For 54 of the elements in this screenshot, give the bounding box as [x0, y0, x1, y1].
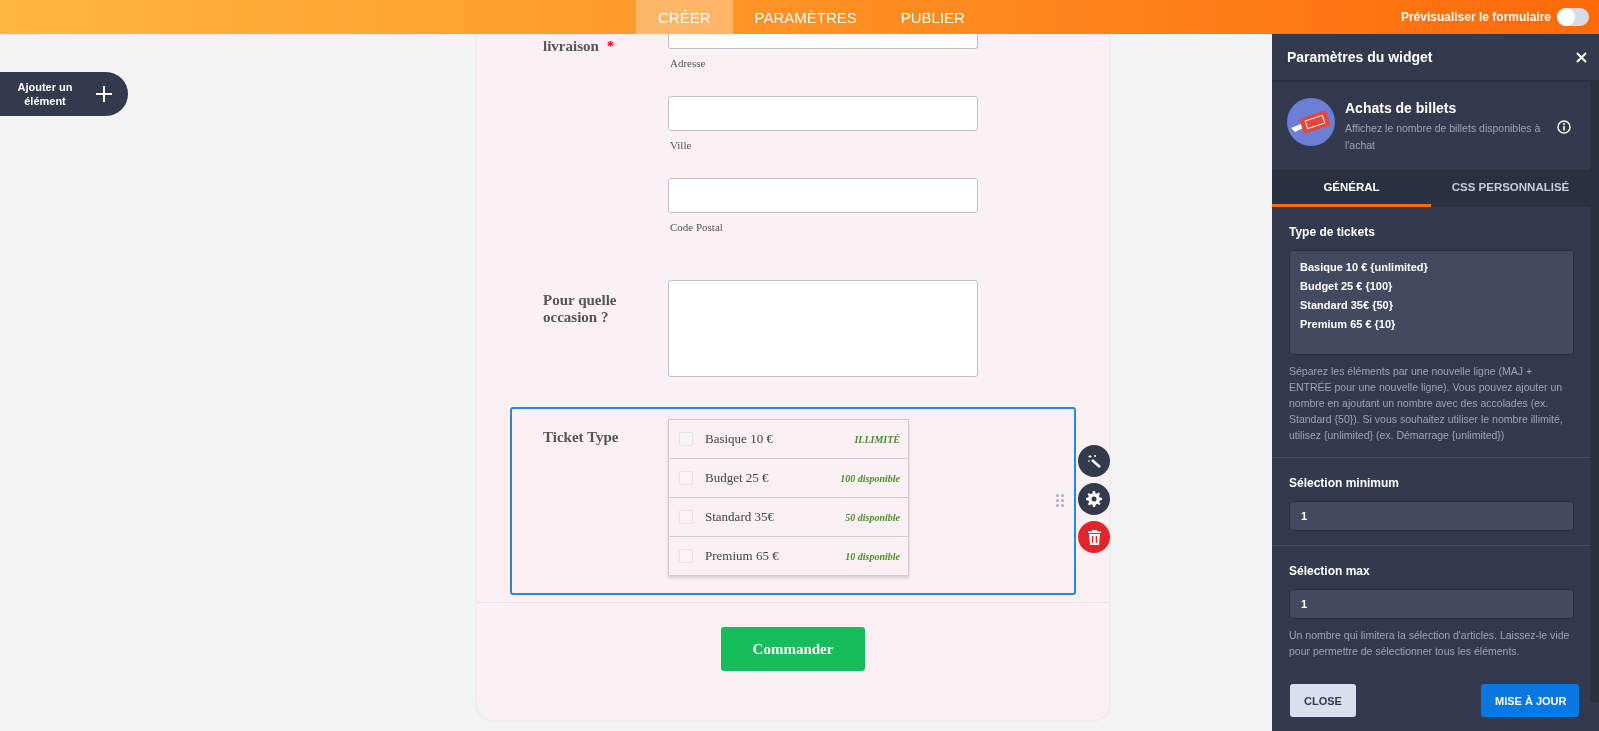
availability-label: ILLIMITÉ — [854, 433, 900, 445]
add-element-button[interactable]: Ajouter un élément — [0, 72, 128, 116]
close-icon — [1576, 51, 1587, 63]
settings-icon — [1086, 491, 1102, 507]
section-label: Sélection max — [1289, 564, 1371, 578]
input-sublabel: Ville — [670, 139, 693, 151]
option-label: Budget 25 € — [705, 470, 769, 486]
close-button[interactable] — [1576, 51, 1587, 63]
info-icon[interactable] — [1557, 120, 1571, 134]
option-label: Basique 10 € — [705, 431, 773, 447]
checkbox[interactable] — [679, 510, 693, 524]
availability-label: 100 disponible — [840, 472, 900, 484]
availability-label: 50 disponible — [845, 511, 900, 523]
field-label: livraison * — [543, 37, 616, 55]
settings-button[interactable] — [1078, 483, 1110, 515]
magic-wand-icon — [1087, 454, 1101, 468]
text-input[interactable] — [668, 96, 978, 131]
delete-button[interactable] — [1078, 521, 1110, 553]
update-button[interactable]: MISE À JOUR — [1481, 684, 1579, 717]
number-input[interactable]: 1 — [1289, 501, 1574, 531]
required-mark: * — [606, 38, 615, 54]
option-label: Premium 65 € — [705, 548, 779, 564]
input-sublabel: Adresse — [670, 57, 707, 69]
preview-toggle[interactable] — [1557, 8, 1589, 26]
availability-label: 10 disponible — [845, 550, 900, 562]
panel-tab[interactable]: GÉNÉRAL — [1272, 170, 1431, 207]
checkbox[interactable] — [679, 549, 693, 563]
widget-description: Affichez le nombre de billets disponibles à l'achat — [1345, 121, 1542, 153]
panel-title: Paramètres du widget — [1287, 49, 1433, 65]
help-text: Un nombre qui limitera la sélection d'articles. Laissez-le vide pour permettre de sélectionner tous les éléments. — [1289, 628, 1571, 659]
drag-handle-icon[interactable] — [1056, 494, 1064, 507]
option-label: Standard 35€ — [705, 509, 774, 525]
field-label: Ticket Type — [543, 428, 620, 447]
number-input[interactable]: 1 — [1289, 589, 1574, 619]
close-text-button[interactable]: CLOSE — [1290, 684, 1356, 717]
checkbox[interactable] — [679, 471, 693, 485]
text-input[interactable] — [668, 34, 978, 49]
section-label: Type de tickets — [1289, 225, 1376, 239]
text-input[interactable] — [668, 178, 978, 213]
trash-icon — [1087, 529, 1101, 545]
ticket-icon — [1287, 98, 1335, 146]
plus-icon — [96, 86, 112, 102]
preview-label: Prévisualiser le formulaire — [1400, 10, 1551, 24]
wand-button[interactable] — [1078, 445, 1110, 477]
textarea-field[interactable]: Basique 10 € {unlimited} Budget 25 € {100} Standard 35€ {50} Premium 65 € {10} — [1289, 250, 1574, 355]
widget-name: Achats de billets — [1345, 100, 1458, 116]
checkbox[interactable] — [679, 432, 693, 446]
section-label: Sélection minimum — [1289, 476, 1401, 490]
scrollbar[interactable] — [1590, 82, 1599, 702]
field-label: Pour quelle occasion ? — [543, 291, 618, 327]
help-text: Séparez les éléments par une nouvelle ligne (MAJ + ENTRÉE pour une nouvelle ligne). Vous pouvez ajouter un nombre en ajoutant un nombre avec des accolades (ex. Standard {50}). Si vous souhaitez utiliser le nombre illimité, utilisez {unlimited} (ex. Démarrage {unlimited}) — [1289, 364, 1564, 443]
text-area[interactable] — [668, 280, 978, 377]
input-sublabel: Code Postal — [670, 221, 724, 233]
panel-tab[interactable]: CSS PERSONNALISÉ — [1431, 170, 1590, 207]
